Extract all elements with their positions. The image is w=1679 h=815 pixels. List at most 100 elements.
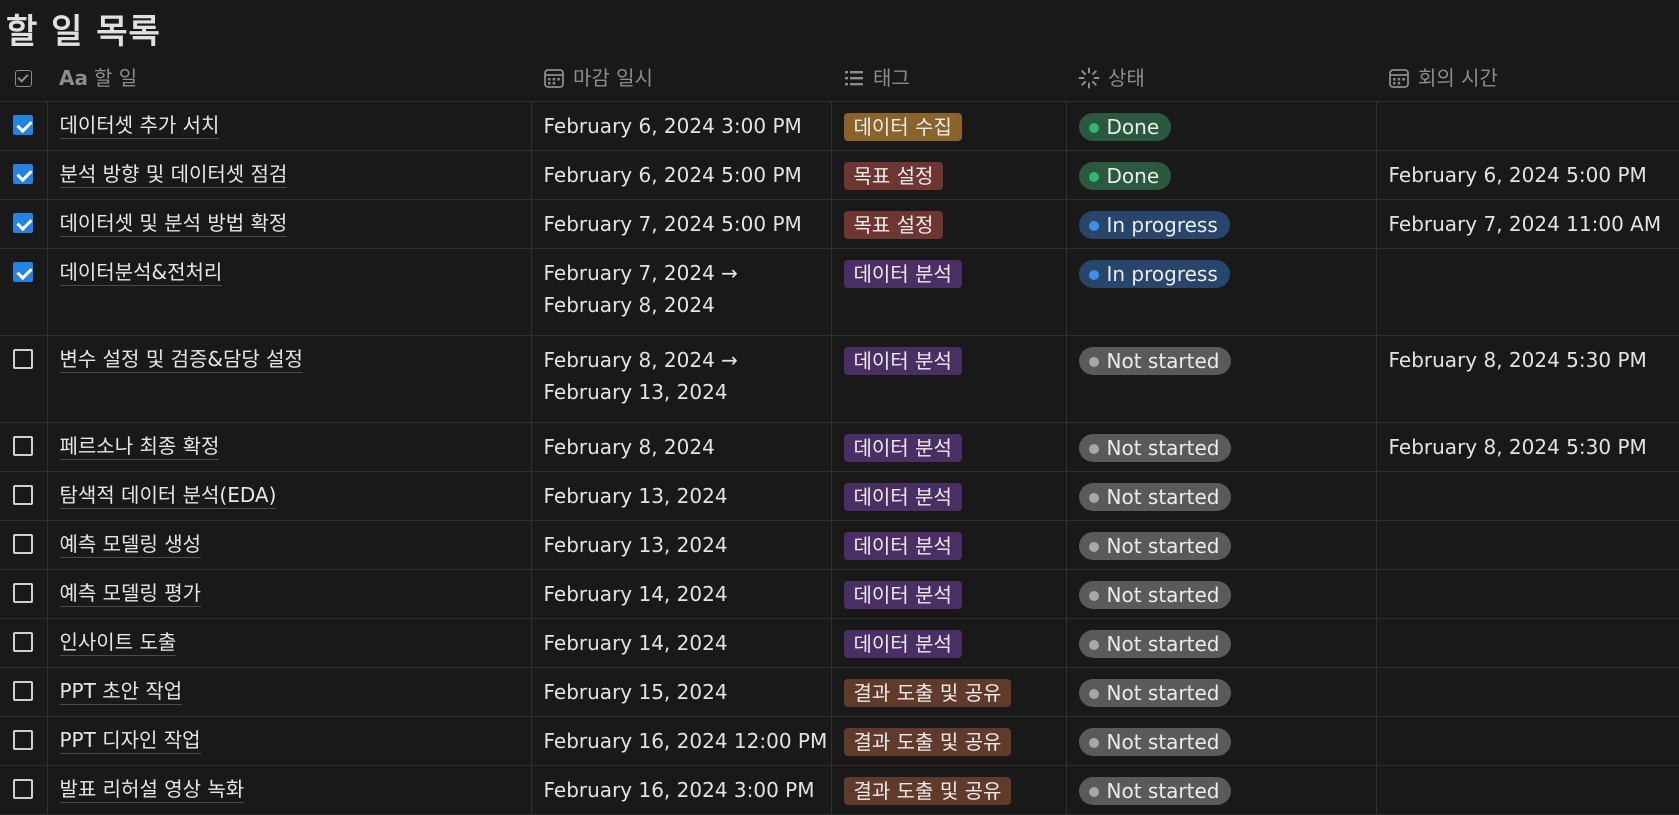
status-cell[interactable]: Not started bbox=[1066, 422, 1377, 472]
status-cell[interactable]: Not started bbox=[1066, 716, 1377, 766]
status-cell[interactable]: Not started bbox=[1066, 335, 1377, 423]
due-cell[interactable]: February 13, 2024 bbox=[531, 471, 832, 521]
table-row[interactable]: 변수 설정 및 검증&담당 설정 February 8, 2024 → Febr… bbox=[0, 335, 1679, 423]
meeting-cell[interactable] bbox=[1376, 667, 1679, 717]
meeting-cell[interactable] bbox=[1376, 248, 1679, 336]
table-row[interactable]: 예측 모델링 평가 February 14, 2024 데이터 분석 Not s… bbox=[0, 569, 1679, 619]
task-name-link[interactable]: 예측 모델링 평가 bbox=[59, 570, 202, 607]
tag-cell[interactable]: 결과 도출 및 공유 bbox=[831, 667, 1067, 717]
tag-cell[interactable]: 데이터 분석 bbox=[831, 248, 1067, 336]
column-header-done[interactable] bbox=[0, 52, 47, 102]
table-row[interactable]: PPT 디자인 작업 February 16, 2024 12:00 PM 결과… bbox=[0, 716, 1679, 766]
due-cell[interactable]: February 15, 2024 bbox=[531, 667, 832, 717]
done-checkbox[interactable] bbox=[13, 349, 34, 369]
tag-cell[interactable]: 결과 도출 및 공유 bbox=[831, 765, 1067, 815]
status-cell[interactable]: In progress bbox=[1066, 199, 1377, 249]
due-date-text: February 14, 2024 bbox=[543, 631, 728, 655]
done-checkbox[interactable] bbox=[13, 164, 34, 184]
table-row[interactable]: 데이터셋 및 분석 방법 확정 February 7, 2024 5:00 PM… bbox=[0, 199, 1679, 249]
table-row[interactable]: 예측 모델링 생성 February 13, 2024 데이터 분석 Not s… bbox=[0, 520, 1679, 570]
table-row[interactable]: 탐색적 데이터 분석(EDA) February 13, 2024 데이터 분석… bbox=[0, 471, 1679, 521]
column-header-task[interactable]: Aa 할 일 bbox=[47, 52, 531, 102]
table-row[interactable]: PPT 초안 작업 February 15, 2024 결과 도출 및 공유 N… bbox=[0, 667, 1679, 717]
table-row[interactable]: 발표 리허설 영상 녹화 February 16, 2024 3:00 PM 결… bbox=[0, 765, 1679, 815]
task-name-link[interactable]: 분석 방향 및 데이터셋 점검 bbox=[59, 151, 288, 188]
meeting-cell[interactable] bbox=[1376, 716, 1679, 766]
task-name-link[interactable]: 변수 설정 및 검증&담당 설정 bbox=[59, 336, 303, 373]
tag-cell[interactable]: 데이터 분석 bbox=[831, 569, 1067, 619]
meeting-cell[interactable]: February 7, 2024 11:00 AM bbox=[1376, 199, 1679, 249]
status-cell[interactable]: Done bbox=[1066, 150, 1377, 200]
table-row[interactable]: 분석 방향 및 데이터셋 점검 February 6, 2024 5:00 PM… bbox=[0, 150, 1679, 200]
status-cell[interactable]: Done bbox=[1066, 101, 1377, 151]
due-cell[interactable]: February 7, 2024 5:00 PM bbox=[531, 199, 832, 249]
task-name-link[interactable]: 데이터셋 추가 서치 bbox=[59, 102, 220, 139]
tag-cell[interactable]: 데이터 분석 bbox=[831, 422, 1067, 472]
column-header-tag[interactable]: 태그 bbox=[831, 52, 1066, 102]
status-cell[interactable]: Not started bbox=[1066, 618, 1377, 668]
meeting-cell[interactable] bbox=[1376, 569, 1679, 619]
task-name-link[interactable]: 데이터셋 및 분석 방법 확정 bbox=[59, 200, 288, 237]
due-cell[interactable]: February 7, 2024 → February 8, 2024 bbox=[531, 248, 832, 336]
status-cell[interactable]: Not started bbox=[1066, 471, 1377, 521]
tag-cell[interactable]: 데이터 분석 bbox=[831, 618, 1067, 668]
due-cell[interactable]: February 14, 2024 bbox=[531, 618, 832, 668]
done-checkbox[interactable] bbox=[13, 262, 34, 282]
due-cell[interactable]: February 6, 2024 5:00 PM bbox=[531, 150, 832, 200]
done-checkbox[interactable] bbox=[13, 779, 34, 799]
meeting-cell[interactable] bbox=[1376, 765, 1679, 815]
done-checkbox[interactable] bbox=[13, 436, 34, 456]
status-cell[interactable]: In progress bbox=[1066, 248, 1377, 336]
meeting-cell[interactable] bbox=[1376, 520, 1679, 570]
due-cell[interactable]: February 16, 2024 3:00 PM bbox=[531, 765, 832, 815]
tag-cell[interactable]: 결과 도출 및 공유 bbox=[831, 716, 1067, 766]
done-checkbox[interactable] bbox=[13, 213, 34, 233]
task-name-link[interactable]: 탐색적 데이터 분석(EDA) bbox=[59, 472, 277, 509]
done-checkbox[interactable] bbox=[13, 632, 34, 652]
status-label: Done bbox=[1106, 115, 1160, 139]
status-cell[interactable]: Not started bbox=[1066, 667, 1377, 717]
task-name-link[interactable]: PPT 초안 작업 bbox=[59, 668, 183, 705]
done-checkbox[interactable] bbox=[13, 485, 34, 505]
done-checkbox[interactable] bbox=[13, 583, 34, 603]
tag-cell[interactable]: 목표 설정 bbox=[831, 150, 1067, 200]
done-checkbox[interactable] bbox=[13, 730, 34, 750]
meeting-cell[interactable]: February 8, 2024 5:30 PM bbox=[1376, 422, 1679, 472]
task-name-link[interactable]: 예측 모델링 생성 bbox=[59, 521, 202, 558]
column-header-meeting[interactable]: 회의 시간 bbox=[1376, 52, 1679, 102]
task-name-link[interactable]: PPT 디자인 작업 bbox=[59, 717, 201, 754]
done-checkbox[interactable] bbox=[13, 115, 34, 135]
due-cell[interactable]: February 14, 2024 bbox=[531, 569, 832, 619]
table-row[interactable]: 데이터셋 추가 서치 February 6, 2024 3:00 PM 데이터 … bbox=[0, 101, 1679, 151]
meeting-cell[interactable] bbox=[1376, 101, 1679, 151]
tag-cell[interactable]: 데이터 분석 bbox=[831, 471, 1067, 521]
done-checkbox[interactable] bbox=[13, 534, 34, 554]
done-checkbox[interactable] bbox=[13, 681, 34, 701]
tag-cell[interactable]: 데이터 분석 bbox=[831, 335, 1067, 423]
table-row[interactable]: 데이터분석&전처리 February 7, 2024 → February 8,… bbox=[0, 248, 1679, 336]
due-cell[interactable]: February 8, 2024 → February 13, 2024 bbox=[531, 335, 832, 423]
due-cell[interactable]: February 6, 2024 3:00 PM bbox=[531, 101, 832, 151]
task-name-link[interactable]: 페르소나 최종 확정 bbox=[59, 423, 220, 460]
due-cell[interactable]: February 13, 2024 bbox=[531, 520, 832, 570]
task-name-link[interactable]: 데이터분석&전처리 bbox=[59, 249, 223, 286]
tag-cell[interactable]: 목표 설정 bbox=[831, 199, 1067, 249]
table-row[interactable]: 페르소나 최종 확정 February 8, 2024 데이터 분석 Not s… bbox=[0, 422, 1679, 472]
task-name-link[interactable]: 발표 리허설 영상 녹화 bbox=[59, 766, 245, 803]
meeting-cell[interactable]: February 6, 2024 5:00 PM bbox=[1376, 150, 1679, 200]
meeting-cell[interactable] bbox=[1376, 471, 1679, 521]
column-header-due[interactable]: 마감 일시 bbox=[531, 52, 831, 102]
table-row[interactable]: 인사이트 도출 February 14, 2024 데이터 분석 Not sta… bbox=[0, 618, 1679, 668]
task-name-link[interactable]: 인사이트 도출 bbox=[59, 619, 177, 656]
status-cell[interactable]: Not started bbox=[1066, 765, 1377, 815]
meeting-cell[interactable]: February 8, 2024 5:30 PM bbox=[1376, 335, 1679, 423]
meeting-cell[interactable] bbox=[1376, 618, 1679, 668]
tag-cell[interactable]: 데이터 분석 bbox=[831, 520, 1067, 570]
status-cell[interactable]: Not started bbox=[1066, 569, 1377, 619]
tag-cell[interactable]: 데이터 수집 bbox=[831, 101, 1067, 151]
column-header-status[interactable]: 상태 bbox=[1066, 52, 1376, 102]
status-cell[interactable]: Not started bbox=[1066, 520, 1377, 570]
due-cell[interactable]: February 8, 2024 bbox=[531, 422, 832, 472]
meeting-time-text bbox=[1389, 472, 1667, 484]
due-cell[interactable]: February 16, 2024 12:00 PM bbox=[531, 716, 832, 766]
